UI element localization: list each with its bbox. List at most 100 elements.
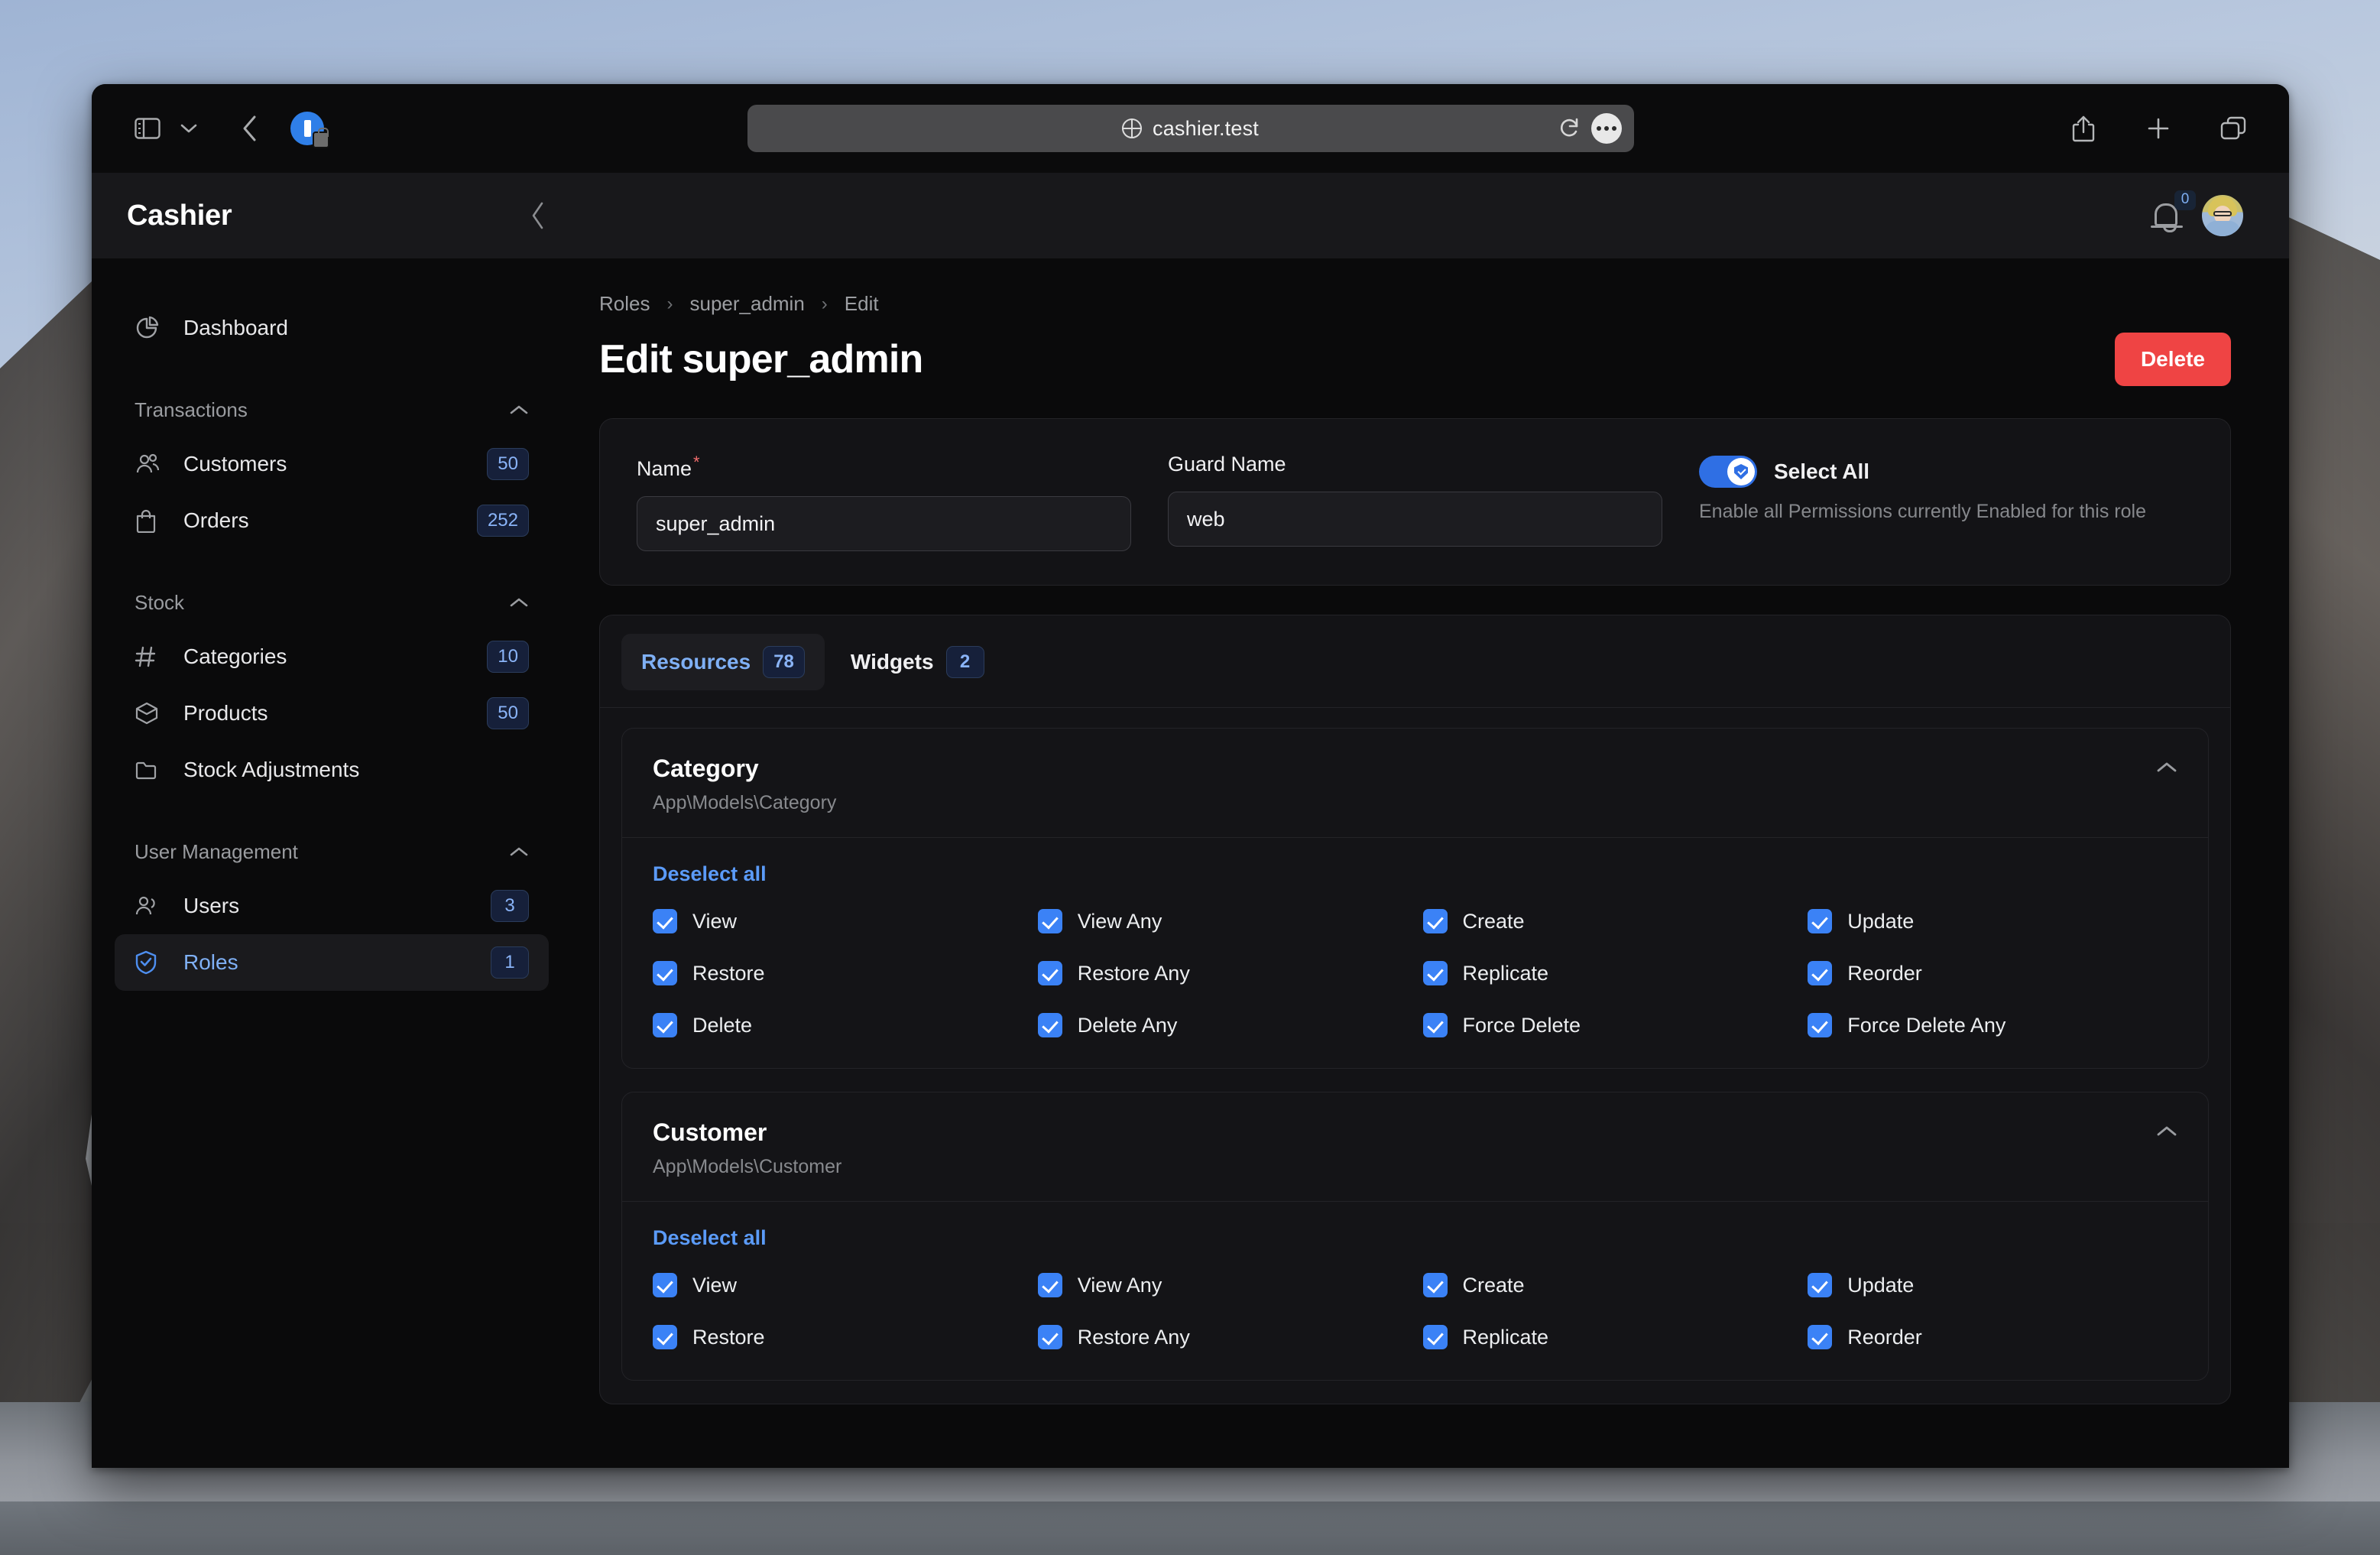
sidebar-group-transactions[interactable]: Transactions [115, 388, 549, 431]
sidebar-collapse-icon[interactable] [530, 201, 546, 230]
breadcrumb-item-roles[interactable]: Roles [599, 292, 650, 316]
select-all-label: Select All [1774, 459, 1870, 483]
checkbox-checked-icon[interactable] [1422, 961, 1448, 985]
checkbox-checked-icon[interactable] [1422, 1273, 1448, 1297]
sidebar-item-products[interactable]: Products 50 [115, 685, 549, 742]
sidebar-item-dashboard[interactable]: Dashboard [115, 300, 549, 356]
permission-item[interactable]: Update [1808, 909, 2177, 933]
guard-name-input[interactable] [1168, 492, 1662, 547]
checkbox-checked-icon[interactable] [653, 1273, 677, 1297]
checkbox-checked-icon[interactable] [1422, 909, 1448, 933]
panel-model-name: App\Models\Category [653, 792, 837, 813]
checkbox-checked-icon[interactable] [653, 1013, 677, 1037]
site-favicon-lock-icon [290, 112, 329, 148]
select-all-toggle[interactable] [1699, 456, 1757, 488]
checkbox-checked-icon[interactable] [1037, 1273, 1062, 1297]
permission-item[interactable]: View Any [1037, 1273, 1408, 1297]
tab-label: Widgets [850, 650, 934, 674]
delete-button[interactable]: Delete [2114, 333, 2231, 386]
page-header: Edit super_admin Delete [599, 333, 2231, 386]
checkbox-checked-icon[interactable] [1037, 1325, 1062, 1349]
chevron-up-icon[interactable] [2156, 1118, 2177, 1138]
name-input[interactable] [637, 496, 1131, 551]
sidebar-group-stock[interactable]: Stock [115, 581, 549, 624]
sidebar-item-orders[interactable]: Orders 252 [115, 492, 549, 549]
sidebar-item-badge: 50 [487, 697, 529, 729]
checkbox-checked-icon[interactable] [653, 1325, 677, 1349]
checkbox-checked-icon[interactable] [1808, 1325, 1833, 1349]
permission-item[interactable]: Restore [653, 961, 1023, 985]
shield-check-icon [135, 950, 167, 975]
globe-icon [1122, 118, 1142, 138]
notifications-badge: 0 [2174, 190, 2196, 210]
tab-resources[interactable]: Resources 78 [621, 634, 825, 690]
permission-item[interactable]: Delete Any [1037, 1013, 1408, 1037]
sidebar-item-stock-adjustments[interactable]: Stock Adjustments [115, 742, 549, 798]
sidebar-item-badge: 3 [491, 890, 529, 922]
sidebar-item-label: Orders [183, 508, 249, 532]
share-icon[interactable] [2063, 108, 2104, 149]
sidebar-item-categories[interactable]: Categories 10 [115, 628, 549, 685]
permission-item[interactable]: View Any [1037, 909, 1408, 933]
permission-item[interactable]: Create [1422, 909, 1793, 933]
permission-item[interactable]: Update [1808, 1273, 2177, 1297]
back-chevron-icon[interactable] [229, 108, 271, 149]
pie-chart-icon [135, 316, 167, 340]
checkbox-checked-icon[interactable] [1037, 1013, 1062, 1037]
breadcrumb-item-role[interactable]: super_admin [689, 292, 804, 316]
deselect-all-link[interactable]: Deselect all [653, 1226, 767, 1250]
tab-widgets[interactable]: Widgets 2 [831, 634, 1004, 690]
chevron-down-icon[interactable] [168, 108, 209, 149]
checkbox-checked-icon[interactable] [653, 961, 677, 985]
checkbox-checked-icon[interactable] [1808, 1013, 1833, 1037]
permission-item[interactable]: Reorder [1808, 961, 2177, 985]
users-group-icon [135, 453, 167, 476]
permission-item[interactable]: Restore Any [1037, 1325, 1408, 1349]
plus-icon[interactable] [2138, 108, 2179, 149]
permissions-card: Resources 78 Widgets 2 Category App\Mode… [599, 615, 2231, 1404]
panel-header[interactable]: Category App\Models\Category [622, 729, 2208, 837]
permission-item[interactable]: Create [1422, 1273, 1793, 1297]
sidebar-toggle-icon[interactable] [127, 108, 168, 149]
checkbox-checked-icon[interactable] [1808, 961, 1833, 985]
sidebar-item-badge: 50 [487, 448, 529, 480]
permission-item[interactable]: Restore [653, 1325, 1023, 1349]
permission-item[interactable]: Delete [653, 1013, 1023, 1037]
permission-item[interactable]: Force Delete Any [1808, 1013, 2177, 1037]
deselect-all-link[interactable]: Deselect all [653, 862, 767, 886]
checkbox-checked-icon[interactable] [1808, 909, 1833, 933]
more-options-icon[interactable] [1590, 113, 1622, 144]
permission-item[interactable]: Replicate [1422, 961, 1793, 985]
permission-item[interactable]: View [653, 1273, 1023, 1297]
checkbox-checked-icon[interactable] [1808, 1273, 1833, 1297]
panel-header[interactable]: Customer App\Models\Customer [622, 1092, 2208, 1201]
chevron-up-icon[interactable] [2156, 755, 2177, 774]
sidebar-group-title: User Management [135, 839, 298, 863]
sidebar-group-user-management[interactable]: User Management [115, 830, 549, 873]
checkbox-checked-icon[interactable] [1037, 909, 1062, 933]
checkbox-checked-icon[interactable] [653, 909, 677, 933]
users-icon [135, 895, 167, 917]
permission-item[interactable]: Reorder [1808, 1325, 2177, 1349]
permission-item[interactable]: Force Delete [1422, 1013, 1793, 1037]
checkbox-checked-icon[interactable] [1422, 1325, 1448, 1349]
breadcrumb-item-edit: Edit [844, 292, 879, 315]
checkbox-checked-icon[interactable] [1422, 1013, 1448, 1037]
permission-item[interactable]: Replicate [1422, 1325, 1793, 1349]
tabs-icon[interactable] [2213, 108, 2254, 149]
notifications-button[interactable]: 0 [2148, 190, 2196, 233]
guard-name-label: Guard Name [1168, 453, 1286, 476]
sidebar-item-roles[interactable]: Roles 1 [115, 934, 549, 991]
tab-label: Resources [641, 650, 751, 674]
browser-window: cashier.test Cashier 0 Dashboard Transac… [92, 84, 2289, 1468]
shopping-bag-icon [135, 508, 167, 533]
permission-item[interactable]: Restore Any [1037, 961, 1408, 985]
sidebar-item-customers[interactable]: Customers 50 [115, 436, 549, 492]
avatar[interactable] [2202, 195, 2243, 236]
url-bar[interactable]: cashier.test [747, 105, 1634, 152]
permission-item[interactable]: View [653, 909, 1023, 933]
sidebar-item-badge: 10 [487, 641, 529, 673]
checkbox-checked-icon[interactable] [1037, 961, 1062, 985]
sidebar-item-users[interactable]: Users 3 [115, 878, 549, 934]
reload-icon[interactable] [1559, 117, 1581, 140]
